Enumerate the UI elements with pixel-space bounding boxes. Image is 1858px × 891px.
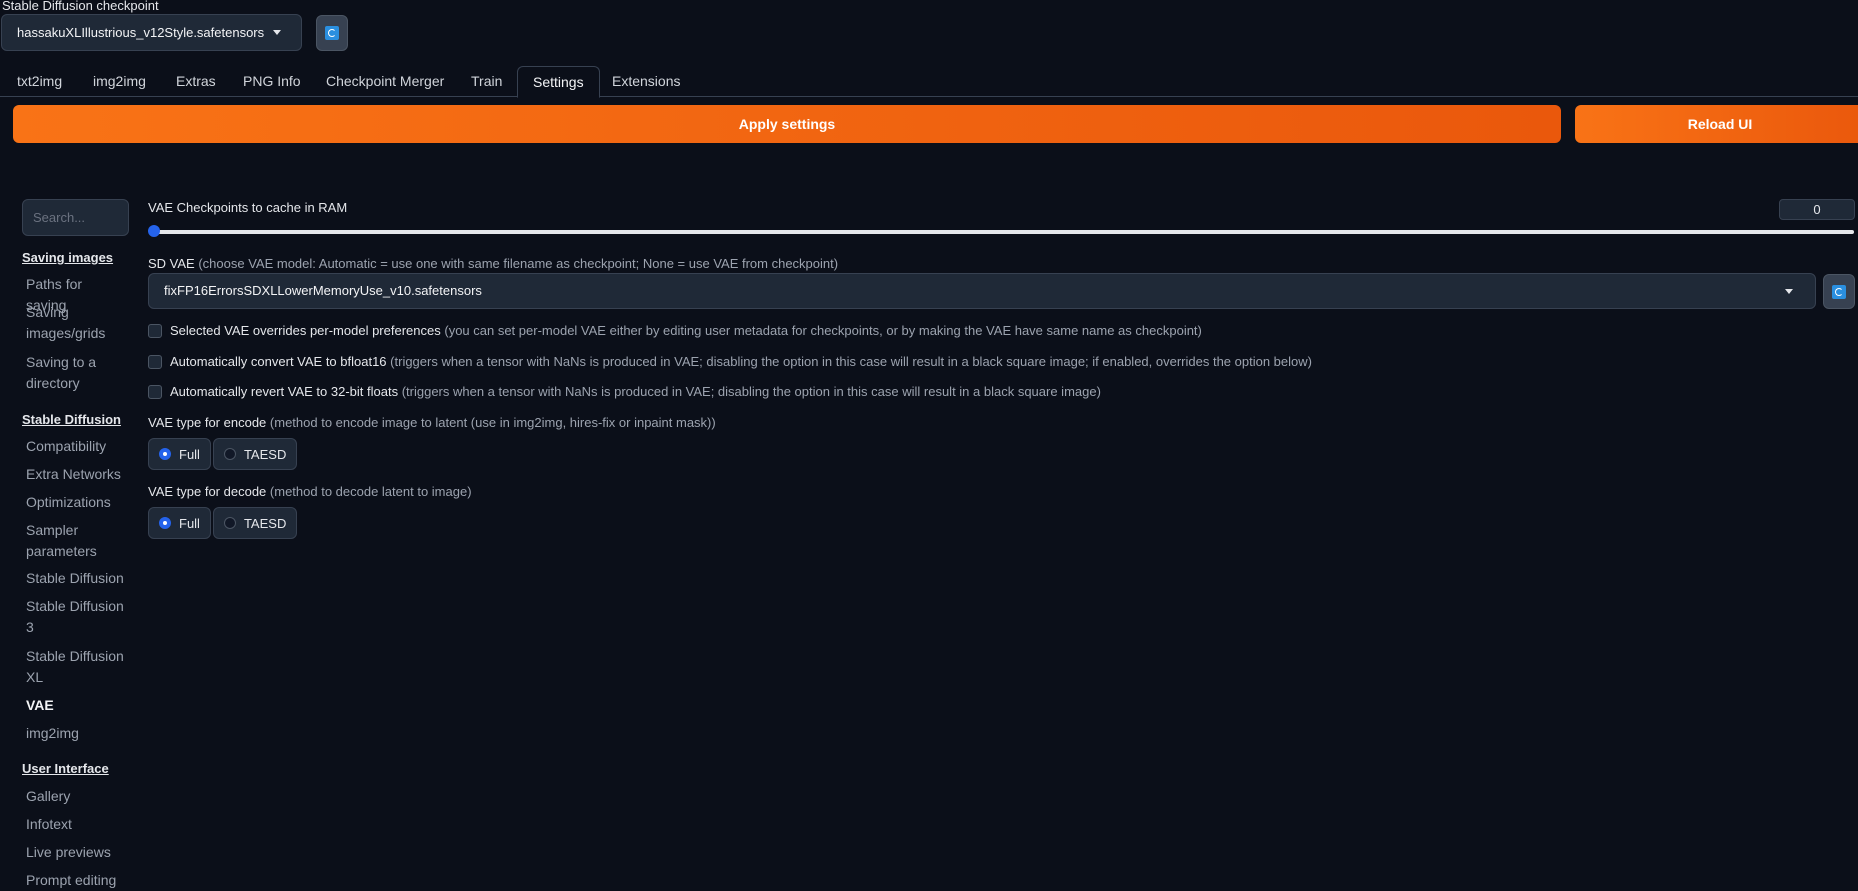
sidebar-item-infotext[interactable]: Infotext (26, 814, 126, 835)
sidebar-item-saving-to-directory[interactable]: Saving to a directory (26, 352, 126, 394)
sd-vae-label: SD VAE (choose VAE model: Automatic = us… (148, 256, 838, 271)
apply-settings-button[interactable]: Apply settings (13, 105, 1561, 143)
refresh-icon (325, 26, 339, 40)
slider-thumb[interactable] (148, 225, 160, 237)
checkpoint-label: Stable Diffusion checkpoint (2, 0, 159, 13)
sidebar-item-compatibility[interactable]: Compatibility (26, 436, 126, 457)
revert32-hint: (triggers when a tensor with NaNs is pro… (401, 384, 1101, 399)
revert32-label-text: Automatically revert VAE to 32-bit float… (170, 384, 399, 399)
override-label: Selected VAE overrides per-model prefere… (170, 323, 1202, 338)
bfloat16-label: Automatically convert VAE to bfloat16 (t… (170, 354, 1312, 369)
tab-extras[interactable]: Extras (176, 66, 216, 96)
encode-label-text: VAE type for encode (148, 415, 267, 430)
tab-train[interactable]: Train (471, 66, 502, 96)
radio-selected-icon (159, 517, 171, 529)
encode-hint: (method to encode image to latent (use i… (269, 415, 716, 430)
encode-label: VAE type for encode (method to encode im… (148, 415, 716, 430)
radio-unselected-icon (223, 448, 236, 460)
sidebar-item-optimizations[interactable]: Optimizations (26, 492, 126, 513)
chevron-down-icon (273, 30, 281, 35)
radio-unselected-icon (223, 517, 236, 529)
tab-txt2img[interactable]: txt2img (17, 66, 62, 96)
refresh-checkpoint-button[interactable] (316, 15, 348, 51)
override-hint: (you can set per-model VAE either by edi… (444, 323, 1202, 338)
vae-cache-slider[interactable] (154, 230, 1854, 234)
sd-vae-hint: (choose VAE model: Automatic = use one w… (198, 256, 839, 271)
checkpoint-value: hassakuXLIllustrious_v12Style.safetensor… (17, 25, 267, 40)
decode-hint: (method to decode latent to image) (269, 484, 472, 499)
revert32-label: Automatically revert VAE to 32-bit float… (170, 384, 1101, 399)
tab-img2img[interactable]: img2img (93, 66, 146, 96)
encode-radio-group: Full TAESD (148, 438, 298, 470)
sidebar-item-stable-diffusion-xl[interactable]: Stable Diffusion XL (26, 646, 126, 688)
radio-selected-icon (159, 448, 171, 460)
sidebar-item-sampler-parameters[interactable]: Sampler parameters (26, 520, 126, 562)
sidebar-item-prompt-editing[interactable]: Prompt editing (26, 870, 126, 891)
sd-vae-value: fixFP16ErrorsSDXLLowerMemoryUse_v10.safe… (164, 283, 482, 298)
sidebar-item-vae[interactable]: VAE (26, 695, 126, 716)
sidebar-item-img2img[interactable]: img2img (26, 723, 126, 744)
override-checkbox[interactable] (148, 324, 162, 338)
sidebar-heading-stable-diffusion[interactable]: Stable Diffusion (22, 412, 121, 427)
decode-option-full-label: Full (179, 515, 200, 531)
chevron-down-icon (1785, 289, 1793, 294)
sd-vae-dropdown[interactable]: fixFP16ErrorsSDXLLowerMemoryUse_v10.safe… (148, 273, 1816, 309)
encode-option-full[interactable]: Full (148, 438, 211, 470)
sidebar-item-stable-diffusion[interactable]: Stable Diffusion (26, 568, 136, 589)
checkpoint-dropdown[interactable]: hassakuXLIllustrious_v12Style.safetensor… (1, 14, 302, 51)
decode-option-taesd[interactable]: TAESD (212, 507, 298, 539)
tab-extensions[interactable]: Extensions (612, 66, 680, 96)
tab-settings[interactable]: Settings (517, 66, 600, 98)
decode-option-taesd-label: TAESD (243, 515, 287, 531)
sd-vae-label-text: SD VAE (148, 256, 195, 271)
sidebar-heading-user-interface[interactable]: User Interface (22, 761, 109, 776)
tab-png-info[interactable]: PNG Info (243, 66, 301, 96)
decode-label: VAE type for decode (method to decode la… (148, 484, 472, 499)
sidebar-heading-saving-images[interactable]: Saving images (22, 250, 113, 265)
bfloat16-checkbox[interactable] (148, 355, 162, 369)
settings-search-input[interactable]: Search... (22, 199, 129, 236)
bfloat16-label-text: Automatically convert VAE to bfloat16 (170, 354, 387, 369)
vae-cache-label: VAE Checkpoints to cache in RAM (148, 200, 348, 215)
revert32-checkbox[interactable] (148, 385, 162, 399)
refresh-icon (1832, 284, 1846, 299)
bfloat16-hint: (triggers when a tensor with NaNs is pro… (390, 354, 1312, 369)
sidebar-item-extra-networks[interactable]: Extra Networks (26, 464, 136, 485)
refresh-vae-button[interactable] (1823, 274, 1855, 309)
encode-option-taesd[interactable]: TAESD (212, 438, 298, 470)
encode-option-taesd-label: TAESD (243, 446, 287, 462)
sidebar-item-stable-diffusion-3[interactable]: Stable Diffusion 3 (26, 596, 126, 638)
sidebar-item-gallery[interactable]: Gallery (26, 786, 126, 807)
vae-cache-number-input[interactable]: 0 (1779, 199, 1855, 220)
tab-checkpoint-merger[interactable]: Checkpoint Merger (326, 66, 444, 96)
main-tabs: txt2img img2img Extras PNG Info Checkpoi… (0, 66, 1858, 98)
override-label-text: Selected VAE overrides per-model prefere… (170, 323, 441, 338)
decode-label-text: VAE type for decode (148, 484, 267, 499)
reload-ui-button[interactable]: Reload UI (1575, 105, 1858, 143)
sidebar-item-saving-images-grids[interactable]: Saving images/grids (26, 302, 136, 344)
encode-option-full-label: Full (179, 446, 200, 462)
decode-option-full[interactable]: Full (148, 507, 211, 539)
sidebar-item-live-previews[interactable]: Live previews (26, 842, 126, 863)
decode-radio-group: Full TAESD (148, 507, 298, 539)
